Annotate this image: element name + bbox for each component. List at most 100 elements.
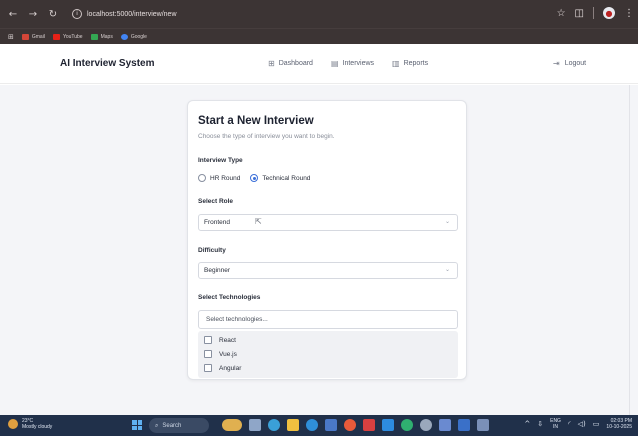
bookmark-gmail[interactable]: Gmail <box>21 33 45 40</box>
tech-option-label: Vue.js <box>219 350 237 358</box>
search-label: Search <box>162 422 182 429</box>
toolbar-divider <box>593 7 594 19</box>
radio-technical-round[interactable]: Technical Round <box>250 174 310 182</box>
windows-start-icon[interactable] <box>132 420 142 430</box>
tech-option-angular[interactable]: Angular <box>204 364 241 372</box>
new-interview-card: Start a New Interview Choose the type of… <box>187 100 467 380</box>
tech-option-label: Angular <box>219 364 242 372</box>
app-icon[interactable] <box>439 419 451 431</box>
tray-chevron-icon[interactable]: ^ <box>524 420 530 428</box>
role-label: Select Role <box>198 198 234 205</box>
bookmark-label: Gmail <box>31 33 45 40</box>
logout-icon: ⇥ <box>553 59 560 68</box>
google-icon <box>120 33 128 40</box>
radio-hr-round[interactable]: HR Round <box>198 174 240 182</box>
browser-app-icon[interactable] <box>306 419 318 431</box>
mouse-cursor-icon: ⇱ <box>255 217 262 226</box>
chevron-down-icon: ⌄ <box>444 218 450 225</box>
task-view-icon[interactable] <box>249 419 261 431</box>
role-selected-value: Frontend <box>204 219 231 226</box>
interview-type-group: HR Round Technical Round <box>198 174 310 182</box>
bookmark-maps[interactable]: Maps <box>90 33 113 40</box>
back-icon[interactable]: ← <box>6 7 20 21</box>
tray-download-icon[interactable]: ⇩ <box>537 420 543 428</box>
clipboard-icon: ▤ <box>330 59 339 68</box>
interview-type-label: Interview Type <box>198 157 243 164</box>
menu-icon[interactable]: ⋮ <box>624 8 634 19</box>
security-app-icon[interactable] <box>363 419 375 431</box>
nav-label: Interviews <box>342 60 375 67</box>
tech-option-label: React <box>219 336 236 344</box>
bookmark-star-icon[interactable]: ☆ <box>557 8 566 19</box>
logout-button[interactable]: ⇥ Logout <box>553 59 586 68</box>
bookmarks-bar: ⊞ Gmail YouTube Maps Google <box>0 28 638 44</box>
scrollbar-track[interactable] <box>629 85 630 415</box>
edge-icon[interactable] <box>268 419 280 431</box>
nav-interviews[interactable]: ▤ Interviews <box>331 59 374 68</box>
tech-option-vuejs[interactable]: Vue.js <box>204 350 237 358</box>
app-icon[interactable] <box>401 419 413 431</box>
widget-app-icon[interactable] <box>222 419 242 431</box>
document-icon: ▥ <box>392 59 400 68</box>
technologies-dropdown: React Vue.js Angular <box>198 331 458 378</box>
extensions-icon[interactable]: ◫ <box>575 8 584 19</box>
app-icon[interactable] <box>477 419 489 431</box>
weather-widget[interactable]: 23°C Mostly cloudy <box>8 418 52 430</box>
nav-label: Dashboard <box>278 60 313 67</box>
battery-icon[interactable]: ▭ <box>593 420 600 428</box>
technologies-input[interactable]: Select technologies... <box>198 310 458 329</box>
weather-desc: Mostly cloudy <box>22 424 53 430</box>
volume-icon[interactable]: ◁) <box>578 420 586 428</box>
taskbar-apps <box>222 419 489 431</box>
tech-option-react[interactable]: React <box>204 336 236 344</box>
bookmark-label: Google <box>130 33 147 40</box>
address-bar[interactable]: i localhost:5000/interview/new <box>68 5 548 23</box>
radio-label: HR Round <box>210 174 241 182</box>
checkbox[interactable] <box>204 350 212 358</box>
nav-reports[interactable]: ▥ Reports <box>392 59 428 68</box>
radio-label: Technical Round <box>262 174 311 182</box>
clock[interactable]: 02:03 PM 10-10-2025 <box>606 418 632 430</box>
grid-icon: ⊞ <box>268 59 275 68</box>
profile-avatar[interactable]: ● <box>603 7 615 19</box>
reload-icon[interactable]: ↻ <box>46 7 60 21</box>
role-select[interactable]: Frontend ⇱ ⌄ <box>198 214 458 231</box>
chevron-down-icon: ⌄ <box>444 266 450 273</box>
radio-indicator-selected[interactable] <box>250 174 259 182</box>
file-explorer-icon[interactable] <box>287 419 299 431</box>
address-url: localhost:5000/interview/new <box>87 10 177 18</box>
bookmark-label: YouTube <box>62 33 83 40</box>
gmail-icon <box>21 33 29 40</box>
radio-indicator[interactable] <box>198 174 206 182</box>
windows-taskbar: 23°C Mostly cloudy ⌕ Search ^ ⇩ ENG IN ◜… <box>0 415 638 436</box>
bookmark-label: Maps <box>100 33 113 40</box>
technologies-placeholder: Select technologies... <box>206 316 268 323</box>
vscode-icon[interactable] <box>382 419 394 431</box>
nav-label: Reports <box>403 60 429 67</box>
app-header: AI Interview System ⊞ Dashboard ▤ Interv… <box>0 44 638 84</box>
system-tray: ^ ⇩ ENG IN ◜ ◁) ▭ 02:03 PM 10-10-2025 <box>524 418 632 430</box>
difficulty-select[interactable]: Beginner ⌄ <box>198 262 458 279</box>
technologies-label: Select Technologies <box>198 294 261 301</box>
notes-app-icon[interactable] <box>458 419 470 431</box>
bookmark-google[interactable]: Google <box>120 33 147 40</box>
store-icon[interactable] <box>325 419 337 431</box>
wifi-icon[interactable]: ◜ <box>568 420 571 428</box>
language-region: IN <box>553 424 559 430</box>
form-title: Start a New Interview <box>198 115 314 127</box>
checkbox[interactable] <box>204 364 212 372</box>
forward-icon[interactable]: → <box>26 7 40 21</box>
site-info-icon[interactable]: i <box>72 9 82 19</box>
settings-icon[interactable] <box>420 419 432 431</box>
taskbar-search[interactable]: ⌕ Search <box>149 418 209 433</box>
nav-dashboard[interactable]: ⊞ Dashboard <box>268 59 313 68</box>
browser-toolbar: ← → ↻ i localhost:5000/interview/new ☆ ◫… <box>0 0 638 28</box>
bookmark-youtube[interactable]: YouTube <box>52 33 83 40</box>
checkbox[interactable] <box>204 336 212 344</box>
maps-icon <box>90 33 98 40</box>
difficulty-label: Difficulty <box>198 247 226 254</box>
apps-icon[interactable]: ⊞ <box>8 33 14 41</box>
language-indicator[interactable]: ENG IN <box>550 418 561 430</box>
brand-title: AI Interview System <box>60 58 155 69</box>
chrome-app-icon[interactable] <box>344 419 356 431</box>
